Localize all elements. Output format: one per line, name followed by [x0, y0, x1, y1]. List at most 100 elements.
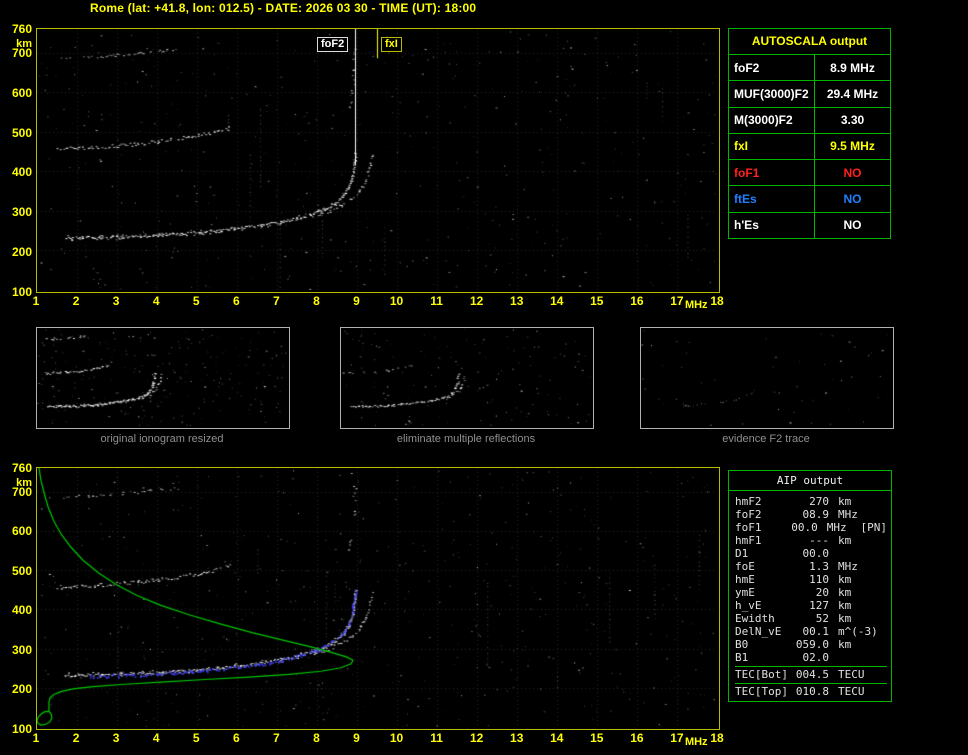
autoscala-row-label: h'Es — [729, 213, 815, 238]
aip-row: hmF1---km — [735, 534, 887, 547]
aip-row: hmF2270km — [735, 495, 887, 508]
y-axis-tick: 500 — [2, 126, 32, 140]
aip-unit: km — [838, 573, 874, 586]
bottom-ionogram-plot — [36, 467, 720, 730]
x-axis-tick: 9 — [345, 731, 367, 745]
autoscala-row: ftEsNO — [729, 186, 890, 212]
y-axis-tick: 500 — [2, 564, 32, 578]
autoscala-screen: Rome (lat: +41.8, lon: 012.5) - DATE: 20… — [0, 0, 968, 755]
aip-label: TEC[Top] — [735, 685, 793, 698]
y-axis-tick: 100 — [2, 285, 32, 299]
aip-row: B102.0 — [735, 651, 887, 664]
x-axis-tick: 2 — [65, 731, 87, 745]
x-axis-tick: 13 — [506, 294, 528, 308]
aip-unit — [838, 651, 874, 664]
x-axis-tick: 7 — [265, 731, 287, 745]
autoscala-row-label: MUF(3000)F2 — [729, 81, 815, 106]
aip-val: 110 — [793, 573, 829, 586]
aip-val: 02.0 — [793, 651, 829, 664]
x-axis-tick: 12 — [466, 731, 488, 745]
aip-label: foF2 — [735, 508, 793, 521]
x-axis-tick: 5 — [185, 731, 207, 745]
autoscala-row: h'EsNO — [729, 213, 890, 238]
y-axis-tick: 760 — [2, 22, 32, 36]
aip-unit — [838, 547, 874, 560]
autoscala-row-value: NO — [815, 186, 890, 211]
y-axis-tick: 300 — [2, 643, 32, 657]
autoscala-row-label: foF1 — [729, 160, 815, 185]
aip-row: hmE110km — [735, 573, 887, 586]
aip-val: 00.0 — [793, 547, 829, 560]
x-axis-tick: 5 — [185, 294, 207, 308]
x-axis-tick: 9 — [345, 294, 367, 308]
autoscala-table-rows: foF28.9 MHzMUF(3000)F229.4 MHzM(3000)F23… — [729, 55, 890, 238]
autoscala-row: fxI9.5 MHz — [729, 134, 890, 160]
aip-val: 127 — [793, 599, 829, 612]
autoscala-row-label: ftEs — [729, 186, 815, 211]
aip-val: 08.9 — [793, 508, 829, 521]
aip-val: --- — [793, 534, 829, 547]
top-ionogram-plot: foF2 fxI — [36, 28, 720, 293]
aip-label: B0 — [735, 638, 793, 651]
aip-label: D1 — [735, 547, 793, 560]
y-axis-tick: 600 — [2, 524, 32, 538]
aip-extra: [PN] — [860, 521, 887, 534]
x-axis-unit: MHz — [685, 299, 715, 311]
x-axis-tick: 4 — [145, 731, 167, 745]
aip-label: foE — [735, 560, 793, 573]
thumbnail-eliminate-reflections — [340, 327, 594, 429]
autoscala-row-value: 9.5 MHz — [815, 134, 890, 159]
thumbnail-original-ionogram — [36, 327, 290, 429]
x-axis-tick: 15 — [586, 731, 608, 745]
autoscala-table: AUTOSCALA output foF28.9 MHzMUF(3000)F22… — [728, 28, 891, 239]
aip-label: DelN_vE — [735, 625, 793, 638]
thumbnail-caption-evidence: evidence F2 trace — [640, 433, 892, 445]
aip-unit: km — [838, 638, 874, 651]
x-axis-tick: 4 — [145, 294, 167, 308]
aip-val: 004.5 — [793, 668, 829, 681]
thumbnail-evidence-f2 — [640, 327, 894, 429]
x-axis-tick: 14 — [546, 731, 568, 745]
bottom-ionogram-canvas — [37, 468, 717, 727]
autoscala-row-value: NO — [815, 160, 890, 185]
x-axis-tick: 16 — [626, 294, 648, 308]
aip-unit: MHz — [838, 508, 874, 521]
top-ionogram-canvas — [37, 29, 717, 290]
autoscala-row: M(3000)F23.30 — [729, 108, 890, 134]
aip-row: foF208.9 MHz — [735, 508, 887, 521]
autoscala-row-value: NO — [815, 213, 890, 238]
x-axis-tick: 3 — [105, 294, 127, 308]
aip-label: h_vE — [735, 599, 793, 612]
fof2-marker-label: foF2 — [317, 37, 348, 52]
aip-label: TEC[Bot] — [735, 668, 793, 681]
aip-table-rows: hmF2270kmfoF208.9MHzfoF100.0MHz[PN]hmF1-… — [729, 491, 891, 701]
aip-unit: km — [838, 612, 874, 625]
x-axis-tick: 7 — [265, 294, 287, 308]
aip-val: 010.8 — [793, 685, 829, 698]
autoscala-row: foF1NO — [729, 160, 890, 186]
aip-unit: TECU — [838, 685, 874, 698]
aip-val: 20 — [793, 586, 829, 599]
aip-unit: TECU — [838, 668, 874, 681]
aip-unit: km — [838, 495, 874, 508]
page-title: Rome (lat: +41.8, lon: 012.5) - DATE: 20… — [90, 1, 476, 15]
autoscala-row-value: 29.4 MHz — [815, 81, 890, 106]
aip-row: foF100.0MHz[PN] — [735, 521, 887, 534]
aip-val: 270 — [793, 495, 829, 508]
thumbnail-caption-original: original ionogram resized — [36, 433, 288, 445]
x-axis-tick: 16 — [626, 731, 648, 745]
aip-val: 52 — [793, 612, 829, 625]
x-axis-tick: 10 — [386, 731, 408, 745]
aip-unit: m^(-3) — [838, 625, 874, 638]
y-axis-unit: km — [2, 38, 32, 50]
aip-row: D100.0 — [735, 547, 887, 560]
y-axis-unit: km — [2, 477, 32, 489]
x-axis-tick: 6 — [225, 294, 247, 308]
autoscala-row-value: 3.30 — [815, 108, 890, 133]
autoscala-row-label: fxI — [729, 134, 815, 159]
y-axis-tick: 600 — [2, 86, 32, 100]
aip-unit: MHz — [838, 560, 874, 573]
autoscala-table-header: AUTOSCALA output — [729, 29, 890, 55]
aip-row: TEC[Bot]004.5 TECU — [735, 666, 887, 681]
aip-row: DelN_vE00.1m^(-3) — [735, 625, 887, 638]
